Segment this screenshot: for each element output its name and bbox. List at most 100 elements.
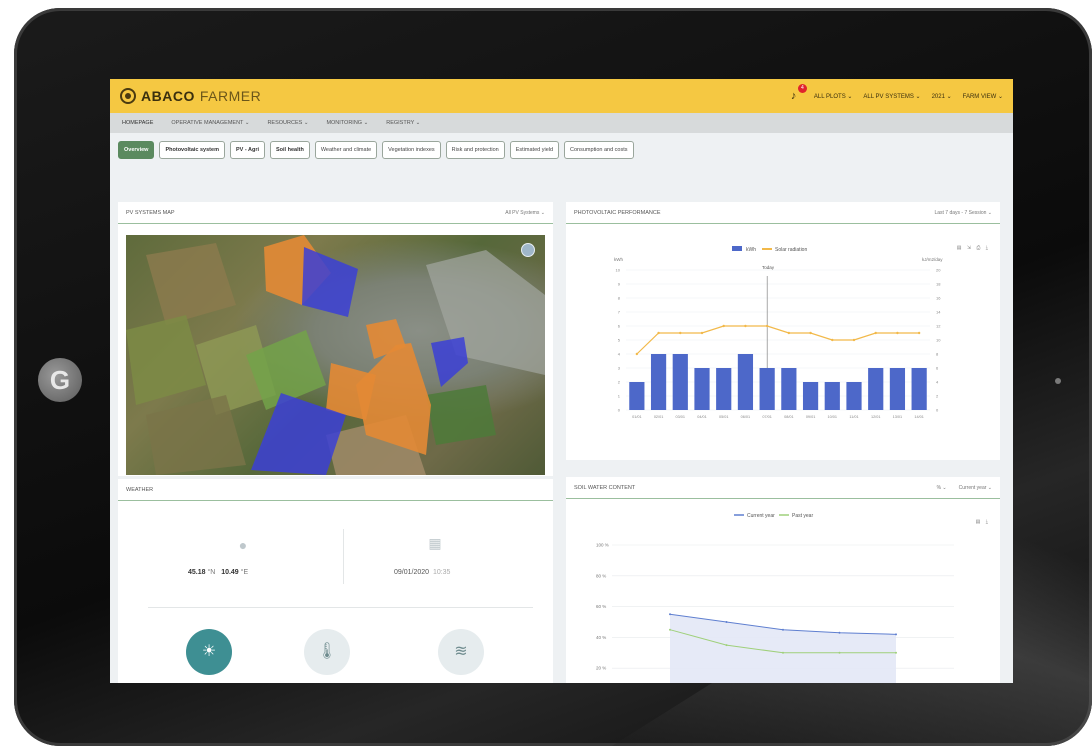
pv-plot-blue[interactable] xyxy=(302,247,358,317)
logo-bold: ABACO xyxy=(141,88,195,104)
longitude-unit: °E xyxy=(240,569,249,576)
map-layers-icon[interactable] xyxy=(521,243,535,257)
y2-tick-label: 18 xyxy=(936,282,941,287)
thermometer-icon[interactable]: 🌡 xyxy=(304,629,350,675)
tab-consumption[interactable]: Consumption and costs xyxy=(564,141,634,159)
legend-past-year: Past year xyxy=(792,513,813,519)
soil-y-tick-label: 100 % xyxy=(596,543,609,548)
top-menu-year[interactable]: 2021 ⌄ xyxy=(932,93,952,100)
pv-performance-filter[interactable]: Last 7 days - 7 Session ⌄ xyxy=(934,210,992,216)
top-menu-pv-systems[interactable]: ALL PV SYSTEMS ⌄ xyxy=(863,93,920,100)
latitude-value: 45.18 xyxy=(188,569,206,576)
time-value: 10:35 xyxy=(432,569,451,576)
x-tick-label: 09/01 xyxy=(806,415,816,419)
point-solar-radiation xyxy=(700,331,704,335)
y-tick-label: 3 xyxy=(618,366,621,371)
menu-registry[interactable]: REGISTRY ⌄ xyxy=(386,120,420,126)
bar-kwh xyxy=(716,368,732,410)
bar-kwh xyxy=(781,368,797,410)
longitude-value: 10.49 xyxy=(221,569,239,576)
soil-y-tick-label: 20 % xyxy=(596,666,606,671)
top-menu-view[interactable]: FARM VIEW ⌄ xyxy=(963,93,1003,100)
y-tick-label: 5 xyxy=(618,338,621,343)
pv-map-filter[interactable]: All PV Systems ⌄ xyxy=(505,210,545,216)
tab-overview[interactable]: Overview xyxy=(118,141,155,159)
bar-kwh xyxy=(759,368,775,410)
menu-operative[interactable]: OPERATIVE MANAGEMENT ⌄ xyxy=(171,120,249,126)
point-solar-radiation xyxy=(852,338,856,342)
tab-yield[interactable]: Estimated yield xyxy=(509,141,560,159)
map-overlay xyxy=(126,235,545,475)
y-tick-label: 0 xyxy=(618,408,621,413)
x-tick-label: 06/01 xyxy=(741,415,751,419)
sun-icon[interactable]: ☀ xyxy=(186,629,232,675)
menu-monitoring[interactable]: MONITORING ⌄ xyxy=(326,120,368,126)
date-value: 09/01/2020 xyxy=(394,569,430,576)
bar-kwh xyxy=(846,382,862,410)
y-tick-label: 7 xyxy=(618,310,621,315)
tab-pv-agri[interactable]: PV - Agri xyxy=(229,141,265,159)
y2-tick-label: 4 xyxy=(936,380,939,385)
camera-dot xyxy=(1055,378,1061,384)
coordinates: 45.18 °N 10.49 °E xyxy=(188,569,248,576)
x-tick-label: 13/01 xyxy=(893,415,903,419)
x-tick-label: 03/01 xyxy=(676,415,686,419)
date-time: 09/01/2020 10:35 xyxy=(394,569,450,576)
app-logo[interactable]: ABACO FARMER xyxy=(120,88,261,104)
x-tick-label: 07/01 xyxy=(762,415,772,419)
x-tick-label: 01/01 xyxy=(632,415,642,419)
y2-tick-label: 10 xyxy=(936,338,941,343)
tab-vegetation[interactable]: Vegetation indexes xyxy=(382,141,441,159)
left-unit: kWh xyxy=(614,257,623,262)
y-tick-label: 6 xyxy=(618,324,621,329)
y2-tick-label: 14 xyxy=(936,310,941,315)
field xyxy=(126,315,206,405)
header-menus: ♪ 4 ALL PLOTS ⌄ ALL PV SYSTEMS ⌄ 2021 ⌄ … xyxy=(791,84,1003,102)
x-tick-label: 10/01 xyxy=(828,415,838,419)
tab-photovoltaic[interactable]: Photovoltaic system xyxy=(159,141,225,159)
top-menu-plots[interactable]: ALL PLOTS ⌄ xyxy=(814,93,853,100)
legend-radiation: Solar radiation xyxy=(775,247,807,253)
y-tick-label: 4 xyxy=(618,352,621,357)
soil-water-header: SOIL WATER CONTENT % ⌄ Current year ⌄ xyxy=(566,477,1000,499)
soil-series xyxy=(669,613,897,683)
wind-icon[interactable]: ≋ xyxy=(438,629,484,675)
tab-risk[interactable]: Risk and protection xyxy=(445,141,505,159)
y-tick-label: 9 xyxy=(618,282,621,287)
menu-homepage[interactable]: HOMEPAGE xyxy=(122,120,153,126)
tab-weather[interactable]: Weather and climate xyxy=(314,141,378,159)
field xyxy=(426,385,496,445)
pv-performance-title: PHOTOVOLTAIC PERFORMANCE xyxy=(574,209,661,216)
x-tick-label: 08/01 xyxy=(784,415,794,419)
tab-soil-health[interactable]: Soil health xyxy=(270,141,310,159)
point-past-year xyxy=(669,628,671,631)
bar-kwh xyxy=(911,368,927,410)
menu-resources[interactable]: RESOURCES ⌄ xyxy=(267,120,308,126)
soil-unit-filter[interactable]: % ⌄ xyxy=(937,485,947,491)
soil-year-filter[interactable]: Current year ⌄ xyxy=(959,485,992,491)
point-current-year xyxy=(782,628,784,631)
right-unit: kJ/m2/day xyxy=(922,257,943,262)
weather-title: WEATHER xyxy=(126,486,154,493)
point-solar-radiation xyxy=(917,331,921,335)
weather-header: WEATHER xyxy=(118,479,553,501)
soil-water-panel: SOIL WATER CONTENT % ⌄ Current year ⌄ ▤ … xyxy=(566,477,1000,683)
point-solar-radiation xyxy=(657,331,660,335)
pv-plot-blue[interactable] xyxy=(431,337,468,387)
soil-y-tick-label: 60 % xyxy=(596,604,606,609)
bar-kwh xyxy=(889,368,906,410)
satellite-map[interactable] xyxy=(126,235,545,475)
pv-legend: kWh Solar radiation xyxy=(732,246,807,253)
point-current-year xyxy=(895,633,897,636)
bell-icon[interactable]: ♪ 4 xyxy=(791,84,807,102)
home-button-icon[interactable]: G xyxy=(38,358,82,402)
y2-tick-label: 12 xyxy=(936,324,941,329)
today-marker-label: Today xyxy=(762,265,775,270)
legend-current-year: Current year xyxy=(747,513,775,519)
logo-icon xyxy=(120,88,136,104)
point-past-year xyxy=(895,651,897,654)
x-tick-label: 05/01 xyxy=(719,415,729,419)
x-tick-label: 12/01 xyxy=(871,415,881,419)
header-bar: ABACO FARMER ♪ 4 ALL PLOTS ⌄ ALL PV SYST… xyxy=(110,79,1013,113)
weather-divider-vertical xyxy=(343,529,344,584)
